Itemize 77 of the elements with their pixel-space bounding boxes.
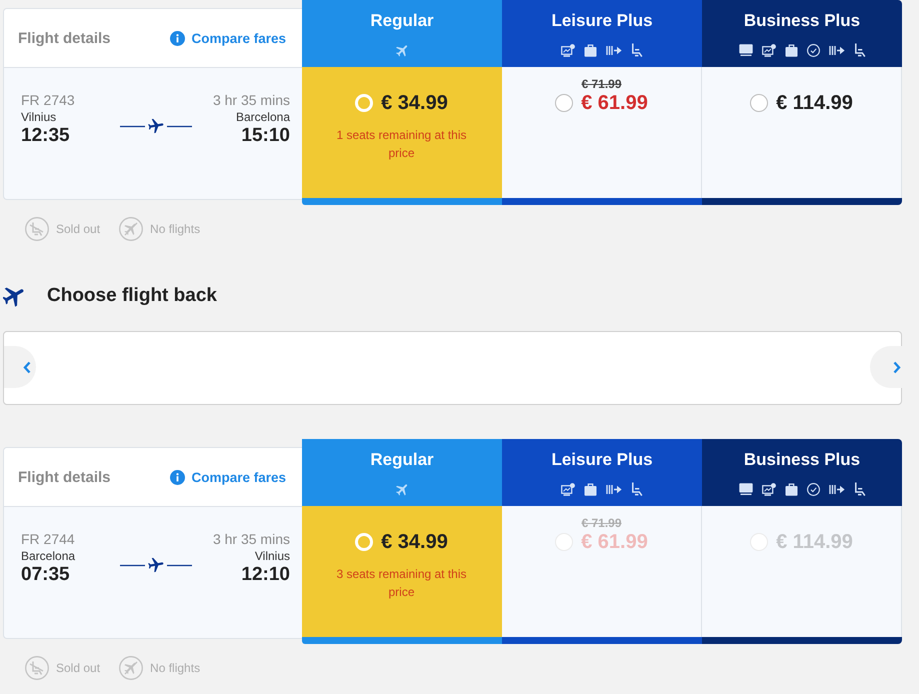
fare-name: Leisure Plus <box>551 11 653 31</box>
suitcase-icon <box>584 482 597 496</box>
screen-icon <box>561 44 575 56</box>
chevron-right-icon <box>893 360 901 374</box>
crossed-seat-icon <box>25 217 49 241</box>
fare-price: € 34.99 <box>381 93 448 113</box>
fare-price: € 114.99 <box>776 93 853 113</box>
fare-option[interactable]: € 71.99 € 61.99 <box>502 67 702 198</box>
arrival-time: 15:10 <box>241 125 290 147</box>
queue-arrow-icon <box>828 44 844 56</box>
check-circle-icon <box>806 482 820 496</box>
check-circle-icon <box>806 44 820 56</box>
crossed-seat-icon <box>25 656 49 680</box>
fare-name: Leisure Plus <box>551 450 653 470</box>
crossed-plane-icon <box>119 217 144 241</box>
flight-number: FR 2743 <box>21 92 75 109</box>
queue-arrow-icon <box>606 483 622 495</box>
fare-price: € 61.99 <box>581 532 648 552</box>
destination-city: Barcelona <box>236 109 290 125</box>
seats-remaining-note: 3 seats remaining at this price <box>335 566 468 601</box>
legend-label: Sold out <box>56 661 100 675</box>
radio-button[interactable] <box>555 94 574 112</box>
destination-city: Vilnius <box>254 548 290 564</box>
plane-icon <box>396 44 408 56</box>
legend-label: Sold out <box>56 222 100 236</box>
fare-price: € 34.99 <box>381 532 448 552</box>
plane-icon <box>3 285 25 307</box>
flight-details-title: Flight details <box>18 468 111 486</box>
flight-duration: 3 hr 35 mins <box>212 92 290 109</box>
fare-price: € 61.99 <box>581 93 648 113</box>
compare-fares-link[interactable]: Compare fares <box>170 30 286 46</box>
suitcase-icon <box>584 44 597 56</box>
suitcase-icon <box>784 44 798 56</box>
next-button[interactable] <box>870 346 905 388</box>
departure-time: 07:35 <box>21 564 70 586</box>
info-icon <box>170 470 186 484</box>
card-icon <box>738 483 752 495</box>
seat-icon <box>631 43 643 57</box>
crossed-plane-icon <box>119 656 144 680</box>
flight-duration: 3 hr 35 mins <box>212 531 290 548</box>
legend-label: No flights <box>150 661 200 675</box>
card-icon <box>738 44 752 56</box>
origin-city: Barcelona <box>21 548 76 564</box>
fare-name: Business Plus <box>744 11 860 31</box>
fare-option[interactable]: € 34.99 3 seats remaining at this price <box>302 506 502 637</box>
info-icon <box>170 30 186 46</box>
fare-name: Business Plus <box>744 450 860 470</box>
fare-option[interactable]: € 34.99 1 seats remaining at this price <box>302 67 502 198</box>
radio-button[interactable] <box>750 94 768 112</box>
flight-route-icon <box>120 117 192 135</box>
fare-name: Regular <box>370 11 434 31</box>
plane-icon <box>396 482 408 496</box>
seats-remaining-note: 1 seats remaining at this price <box>335 127 468 162</box>
original-price: € 71.99 <box>581 516 622 531</box>
seat-icon <box>631 482 643 496</box>
seat-icon <box>854 482 866 496</box>
compare-fares-link[interactable]: Compare fares <box>170 470 286 484</box>
fare-option[interactable]: € 114.99 <box>702 67 902 198</box>
chevron-left-icon <box>23 360 31 374</box>
departure-time: 12:35 <box>21 125 70 147</box>
origin-city: Vilnius <box>21 109 56 125</box>
flight-details-title: Flight details <box>18 30 111 46</box>
flight-number: FR 2744 <box>21 531 75 548</box>
screen-icon <box>561 482 575 496</box>
original-price: € 71.99 <box>581 77 622 92</box>
screen-icon <box>762 44 776 56</box>
queue-arrow-icon <box>606 44 622 56</box>
previous-button[interactable] <box>4 346 36 388</box>
section-title: Choose flight back <box>47 285 217 307</box>
legend-label: No flights <box>150 222 200 236</box>
flight-route-icon <box>120 556 192 574</box>
queue-arrow-icon <box>828 483 844 495</box>
fare-name: Regular <box>370 450 434 470</box>
suitcase-icon <box>784 482 798 496</box>
arrival-time: 12:10 <box>241 564 290 586</box>
screen-icon <box>762 482 776 496</box>
seat-icon <box>854 43 866 57</box>
